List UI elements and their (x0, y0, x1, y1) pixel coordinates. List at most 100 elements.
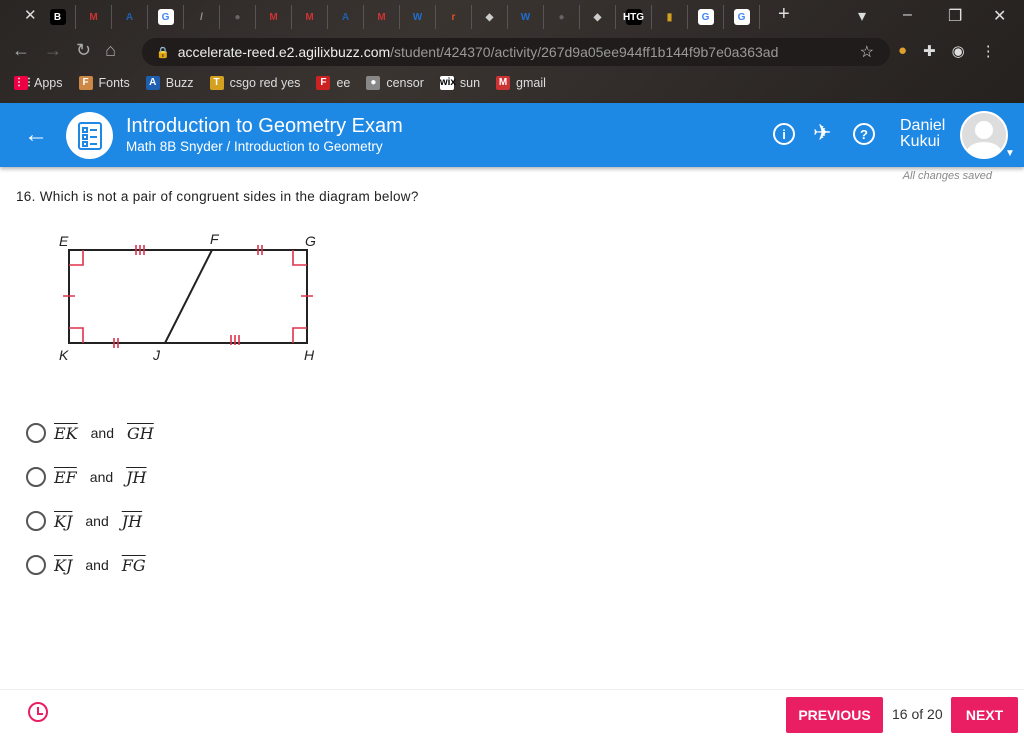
menu-icon[interactable]: ⋮ (981, 42, 996, 60)
bookmark-ee[interactable]: Fee (316, 76, 350, 90)
segment-a: KJ (54, 555, 73, 575)
browser-tab[interactable]: M (364, 5, 400, 29)
bookmark-apps[interactable]: ⋮⋮ Apps (14, 76, 63, 90)
radio-button[interactable] (26, 423, 46, 443)
bookmark-icon: wix (439, 76, 456, 90)
tab-favicon-icon: ◆ (593, 11, 602, 23)
tab-favicon-icon: A (341, 11, 350, 23)
tab-favicon-icon: / (200, 11, 203, 23)
reload-icon[interactable]: ↻ (76, 40, 91, 61)
bookmark-label: Apps (34, 76, 63, 90)
browser-tab[interactable]: / (184, 5, 220, 29)
bookmark-gmail[interactable]: Mgmail (496, 76, 546, 90)
bookmark-icon: F (316, 76, 331, 90)
question-text: 16. Which is not a pair of congruent sid… (16, 189, 419, 204)
label-e: E (59, 233, 69, 249)
radio-button[interactable] (26, 511, 46, 531)
bookmark-icon: T (209, 76, 224, 90)
tab-favicon-icon: ● (558, 11, 565, 23)
tab-favicon-icon: ▮ (666, 11, 673, 23)
tab-favicon-icon: W (412, 11, 423, 23)
help-icon[interactable]: ? (853, 123, 875, 145)
app-header: ← Introduction to Geometry Exam Math 8B … (0, 103, 1024, 167)
bookmark-label: sun (459, 76, 481, 90)
browser-tab[interactable]: HTG (616, 5, 652, 29)
browser-tab[interactable]: ● (220, 5, 256, 29)
label-k: K (59, 347, 69, 363)
star-icon[interactable]: ☆ (860, 42, 874, 62)
info-icon[interactable]: i (773, 123, 795, 145)
tab-favicon-icon: W (520, 11, 531, 23)
and-text: and (85, 557, 109, 573)
bookmark-csgo-red-yes[interactable]: Tcsgo red yes (209, 76, 300, 90)
breadcrumb: Math 8B Snyder / Introduction to Geometr… (126, 139, 383, 154)
segment-b: FG (121, 555, 146, 575)
send-icon[interactable]: ✈ (813, 120, 831, 146)
forward-icon[interactable]: → (44, 40, 62, 61)
segment-a: EF (54, 467, 77, 487)
next-button[interactable]: NEXT (951, 697, 1018, 733)
browser-tab[interactable]: ▮ (652, 5, 688, 29)
extensions-icon[interactable]: ✚ (923, 42, 936, 60)
browser-tab[interactable]: A (328, 5, 364, 29)
radio-button[interactable] (26, 467, 46, 487)
tab-strip: B M A G / ● M M A M Wr ◆ W ● ◆ HTG ▮ G G (40, 5, 760, 29)
browser-tab[interactable]: r (436, 5, 472, 29)
profile-sync-icon[interactable]: ● (898, 42, 907, 60)
answer-option[interactable]: KJ and JH (26, 511, 142, 531)
bookmark-icon: M (496, 76, 511, 90)
lock-icon: 🔒 (156, 46, 170, 59)
previous-button[interactable]: PREVIOUS (786, 697, 883, 733)
url-host: accelerate-reed.e2.agilixbuzz.com (177, 44, 391, 60)
tab-search-icon[interactable]: ▾ (858, 6, 866, 26)
label-f: F (210, 231, 220, 247)
close-tab-icon[interactable]: ✕ (24, 6, 37, 24)
bookmark-label: Buzz (165, 76, 194, 90)
user-name[interactable]: Daniel Kukui (900, 118, 945, 150)
browser-tab[interactable]: W (508, 5, 544, 29)
url-path: /student/424370/activity/267d9a05ee944ff… (390, 44, 779, 60)
bookmark-censor[interactable]: ● censor (366, 76, 424, 90)
answer-option[interactable]: EK and GH (26, 423, 154, 443)
answer-option[interactable]: KJ and FG (26, 555, 146, 575)
label-h: H (304, 347, 315, 363)
tab-favicon-icon: ◆ (485, 11, 494, 23)
segment-b: GH (127, 423, 154, 443)
browser-tab[interactable]: M (292, 5, 328, 29)
bookmark-icon: ● (366, 76, 381, 90)
browser-tab[interactable]: ◆ (472, 5, 508, 29)
address-bar[interactable]: 🔒 accelerate-reed.e2.agilixbuzz.com/stud… (142, 38, 890, 66)
minimize-button[interactable]: – (903, 6, 912, 24)
tab-favicon-icon: M (89, 11, 98, 23)
back-icon[interactable]: ← (12, 40, 30, 61)
browser-tab[interactable]: W (400, 5, 436, 29)
bookmark-fonts[interactable]: F Fonts (78, 76, 130, 90)
clock-icon[interactable] (28, 702, 48, 722)
home-icon[interactable]: ⌂ (105, 40, 116, 61)
browser-tab[interactable]: M (76, 5, 112, 29)
browser-tab[interactable]: ◆ (580, 5, 616, 29)
tab-favicon-icon: G (733, 9, 750, 25)
browser-tab[interactable]: ● (544, 5, 580, 29)
browser-tab[interactable]: A (112, 5, 148, 29)
close-window-button[interactable]: ✕ (993, 6, 1006, 26)
browser-tab[interactable]: G (688, 5, 724, 29)
restore-button[interactable]: ❐ (948, 6, 962, 26)
back-arrow-icon[interactable]: ← (24, 121, 48, 149)
browser-tab[interactable]: M (256, 5, 292, 29)
bookmark-label: gmail (516, 76, 546, 90)
profile-avatar[interactable]: ◉ (952, 42, 965, 60)
bookmark-buzz[interactable]: A Buzz (145, 76, 194, 90)
browser-tab[interactable]: G (148, 5, 184, 29)
user-avatar[interactable] (960, 111, 1008, 159)
browser-tab[interactable]: B (40, 5, 76, 29)
new-tab-button[interactable]: + (778, 3, 790, 26)
exam-logo-icon (66, 112, 113, 159)
save-status: All changes saved (902, 170, 992, 182)
user-menu-caret-icon[interactable]: ▼ (1005, 148, 1015, 159)
radio-button[interactable] (26, 555, 46, 575)
bookmark-sun[interactable]: wix sun (439, 76, 481, 90)
answer-option[interactable]: EF and JH (26, 467, 147, 487)
browser-tab[interactable]: G (724, 5, 760, 29)
tab-favicon-icon: G (697, 9, 714, 25)
